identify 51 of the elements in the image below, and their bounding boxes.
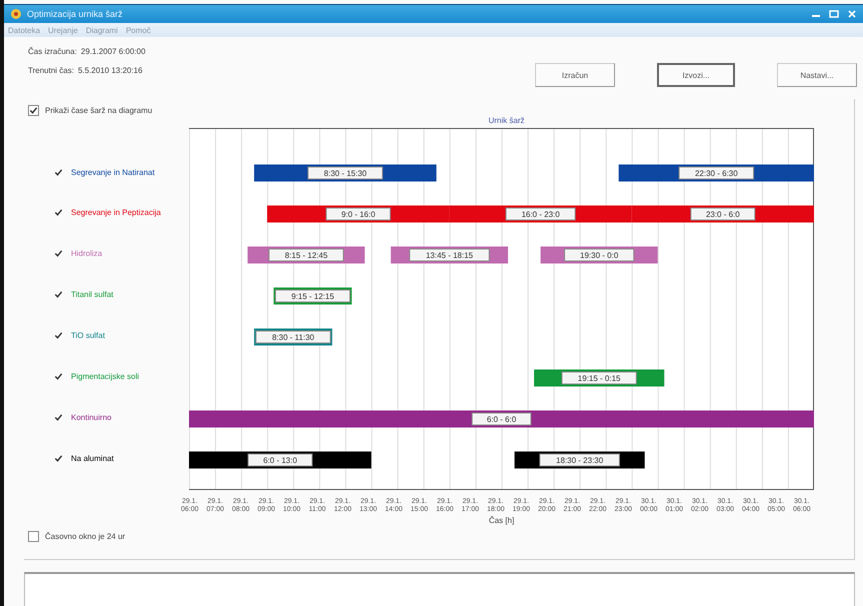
time-label: 8:15 - 12:45 [284,251,328,260]
checkbox-label: Prikaži čase šarž na diagramu [45,106,152,115]
checkmark-icon[interactable] [54,208,63,217]
time-label: 6:0 - 13:0 [263,456,298,465]
menu-item[interactable]: Datoteka [8,26,40,34]
time-label: 19:15 - 0:15 [578,374,620,383]
info-value: 29.1.2007 6:00:00 [80,47,146,56]
row-label: TiO sulfat [71,331,105,340]
row-label: Segrevanje in Peptizacija [71,208,161,217]
close-icon[interactable] [847,10,857,18]
time-label: 8:30 - 11:30 [272,333,314,342]
menu-item[interactable]: Urejanje [48,26,78,34]
info-label: Čas izračuna: [28,47,77,56]
checkmark-icon[interactable] [54,413,63,422]
checkbox-label: Časovno okno je 24 ur [45,532,126,541]
time-label: 8:30 - 15:30 [324,169,367,178]
time-label: 9:15 - 12:15 [291,292,334,301]
row-label: Kontinuirno [71,413,112,422]
action-button[interactable]: Izračun [535,63,615,87]
row-label: Pigmentacijske soli [71,372,140,381]
time-label: 22:30 - 6:30 [695,169,738,178]
time-label: 23:0 - 6:0 [706,210,740,219]
checkmark-icon[interactable] [54,331,63,340]
checkmark-icon[interactable] [54,249,63,258]
axis-title: Čas [h] [488,516,516,525]
menu-item[interactable]: Diagrami [86,26,118,34]
checkbox[interactable] [28,531,39,542]
window-title: Optimizacija urnika šarž [27,9,124,19]
app-icon [10,8,22,20]
time-label: 13:45 - 18:15 [426,251,473,260]
checkmark-icon[interactable] [54,290,63,299]
maximize-icon[interactable] [829,10,839,18]
action-button[interactable]: Izvozi... [657,63,735,87]
time-label: 9:0 - 16:0 [341,210,376,219]
checkmark-icon[interactable] [54,372,63,381]
row-label: Hidroliza [71,249,102,258]
action-button[interactable]: Nastavi... [777,63,857,87]
info-label: Trenutni čas: [28,66,74,75]
time-label: 6:0 - 6:0 [486,415,516,424]
info-value: 5.5.2010 13:20:16 [78,66,142,75]
checkmark-icon[interactable] [54,168,63,177]
checkbox[interactable] [28,105,39,116]
checkmark-icon[interactable] [54,454,63,463]
row-label: Titanil sulfat [71,290,114,299]
row-label: Na aluminat [71,454,114,463]
menu-item[interactable]: Pomoč [126,26,151,34]
time-label: 18:30 - 23:30 [556,456,604,465]
time-label: 16:0 - 23:0 [521,210,560,219]
chart-title: Urnik šarž [487,116,526,125]
row-label: Segrevanje in Natiranat [71,168,155,177]
time-label: 19:30 - 0:0 [580,251,618,260]
